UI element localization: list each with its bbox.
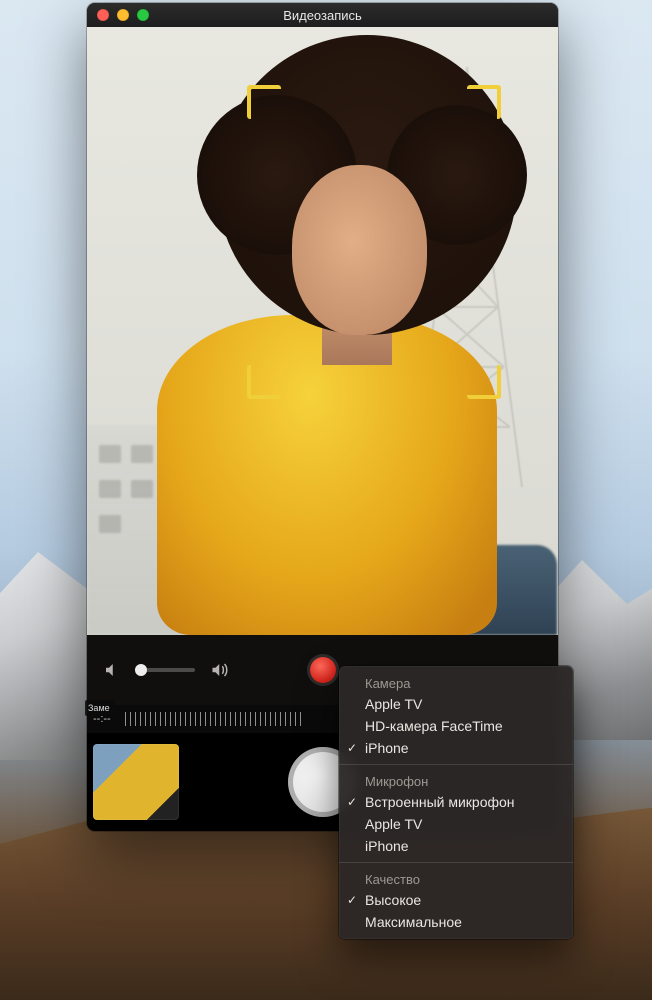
window-controls (87, 9, 149, 21)
menu-item-mic-appletv[interactable]: ✓ Apple TV (339, 813, 573, 835)
volume-low-icon (103, 661, 121, 679)
zoom-button[interactable] (137, 9, 149, 21)
menu-separator (339, 862, 573, 863)
menu-section-camera: Камера (339, 672, 573, 693)
slider-thumb[interactable] (135, 664, 147, 676)
menu-separator (339, 764, 573, 765)
titlebar[interactable]: Видеозапись (87, 3, 558, 27)
check-icon: ✓ (347, 893, 357, 907)
audio-level-meter (125, 712, 305, 726)
camera-viewport (87, 27, 558, 635)
overlay-tag: Заме (85, 700, 115, 716)
close-button[interactable] (97, 9, 109, 21)
focus-bracket-icon (247, 85, 281, 119)
focus-bracket-icon (467, 365, 501, 399)
menu-section-quality: Качество (339, 868, 573, 889)
volume-high-icon (209, 661, 231, 679)
menu-item-camera-appletv[interactable]: ✓ Apple TV (339, 693, 573, 715)
recording-options-menu: Камера ✓ Apple TV ✓ HD-камера FaceTime ✓… (339, 666, 573, 939)
menu-item-camera-iphone[interactable]: ✓ iPhone (339, 737, 573, 759)
menu-item-camera-facetime[interactable]: ✓ HD-камера FaceTime (339, 715, 573, 737)
menu-section-microphone: Микрофон (339, 770, 573, 791)
focus-bracket-icon (247, 365, 281, 399)
check-icon: ✓ (347, 741, 357, 755)
record-button[interactable] (310, 657, 336, 683)
menu-item-mic-iphone[interactable]: ✓ iPhone (339, 835, 573, 857)
volume-slider[interactable] (135, 668, 195, 672)
menu-item-quality-max[interactable]: ✓ Максимальное (339, 911, 573, 933)
photo-face (292, 165, 427, 335)
mirror-thumbnail[interactable] (93, 744, 179, 820)
menu-item-quality-high[interactable]: ✓ Высокое (339, 889, 573, 911)
check-icon: ✓ (347, 795, 357, 809)
focus-bracket-icon (467, 85, 501, 119)
menu-item-mic-builtin[interactable]: ✓ Встроенный микрофон (339, 791, 573, 813)
minimize-button[interactable] (117, 9, 129, 21)
